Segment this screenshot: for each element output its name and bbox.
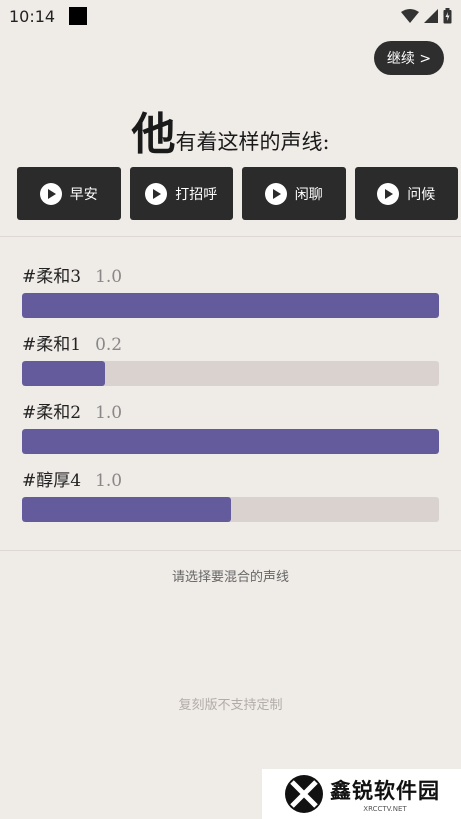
voice-slider-fill bbox=[22, 293, 439, 318]
sample-button-greet[interactable]: 打招呼 bbox=[129, 167, 233, 220]
voice-name: #柔和3 bbox=[22, 267, 82, 287]
status-time: 10:14 bbox=[9, 6, 56, 26]
play-icon bbox=[264, 182, 287, 205]
watermark-title: 鑫锐软件园 bbox=[330, 779, 440, 803]
headline-pronoun: 他 bbox=[131, 109, 176, 160]
sample-label: 打招呼 bbox=[175, 186, 218, 203]
voice-item: #醇厚4 1.0 bbox=[22, 462, 439, 530]
voice-weight: 0.2 bbox=[95, 335, 123, 355]
notification-icon bbox=[69, 7, 88, 25]
voice-slider-fill bbox=[22, 497, 231, 522]
play-icon bbox=[377, 182, 400, 205]
watermark: 鑫锐软件园 XRCCTV.NET bbox=[262, 769, 461, 819]
voice-sample-buttons: 早安 打招呼 闲聊 问候 bbox=[17, 167, 458, 220]
watermark-logo-icon bbox=[285, 775, 323, 813]
voice-name: #柔和2 bbox=[22, 403, 82, 423]
sample-label: 闲聊 bbox=[294, 186, 323, 203]
status-icons bbox=[401, 8, 452, 24]
voice-weight: 1.0 bbox=[95, 471, 123, 491]
voice-list: #柔和3 1.0 #柔和1 0.2 #柔和2 1.0 #醇厚4 1.0 bbox=[22, 258, 439, 530]
mix-hint-text: 请选择要混合的声线 bbox=[171, 570, 289, 585]
page-title: 他 有着这样的声线: bbox=[0, 98, 461, 160]
play-icon bbox=[39, 182, 62, 205]
voice-item: #柔和2 1.0 bbox=[22, 394, 439, 462]
status-bar: 10:14 bbox=[0, 0, 461, 32]
watermark-subtitle: XRCCTV.NET bbox=[363, 805, 407, 813]
voice-slider[interactable] bbox=[22, 497, 439, 522]
voice-slider[interactable] bbox=[22, 429, 439, 454]
wifi-icon bbox=[401, 9, 419, 23]
voice-weight: 1.0 bbox=[95, 267, 123, 287]
battery-icon bbox=[443, 8, 452, 24]
sample-button-regards[interactable]: 问候 bbox=[354, 167, 458, 220]
voice-weight: 1.0 bbox=[95, 403, 123, 423]
voice-slider[interactable] bbox=[22, 293, 439, 318]
voice-slider-fill bbox=[22, 429, 439, 454]
divider bbox=[0, 236, 461, 237]
voice-item: #柔和1 0.2 bbox=[22, 326, 439, 394]
voice-name: #醇厚4 bbox=[22, 471, 82, 491]
sample-button-chat[interactable]: 闲聊 bbox=[242, 167, 346, 220]
sample-button-morning[interactable]: 早安 bbox=[17, 167, 121, 220]
play-icon bbox=[145, 182, 168, 205]
continue-button[interactable]: 继续 > bbox=[374, 41, 444, 75]
sample-label: 问候 bbox=[407, 186, 436, 203]
voice-slider-fill bbox=[22, 361, 106, 386]
copy-note-text: 复刻版不支持定制 bbox=[178, 698, 283, 713]
divider bbox=[0, 550, 461, 551]
voice-name: #柔和1 bbox=[22, 335, 82, 355]
sample-label: 早安 bbox=[69, 186, 98, 203]
signal-icon bbox=[424, 9, 438, 23]
voice-item: #柔和3 1.0 bbox=[22, 258, 439, 326]
headline-text: 有着这样的声线: bbox=[175, 130, 330, 154]
voice-slider[interactable] bbox=[22, 361, 439, 386]
